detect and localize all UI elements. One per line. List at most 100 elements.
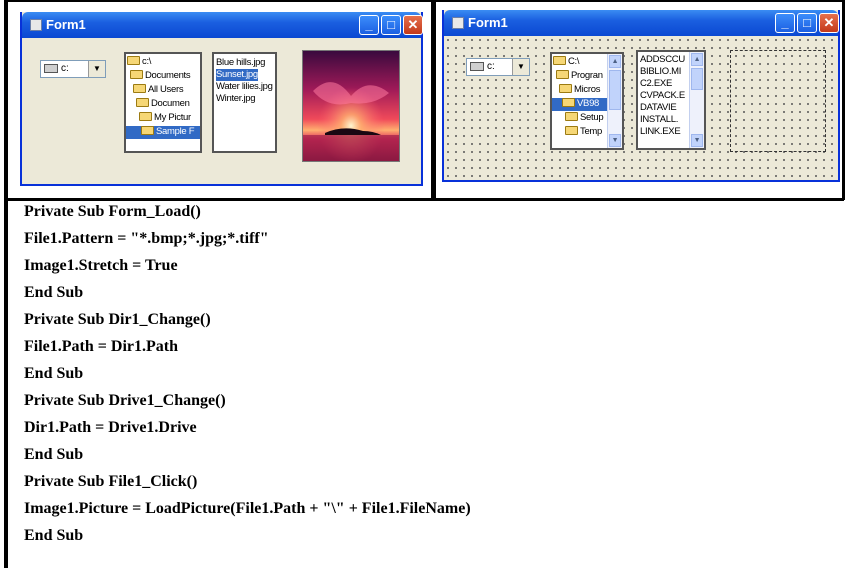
maximize-button[interactable]: □	[797, 13, 817, 33]
directory-list-box[interactable]: c:\ Documents All Users Documen My Pictu…	[124, 52, 202, 153]
image-control-placeholder[interactable]	[730, 50, 826, 152]
folder-icon	[565, 112, 578, 121]
code-line: End Sub	[24, 446, 84, 463]
file-item[interactable]: INSTALL.	[640, 114, 678, 126]
drive-label: c:	[61, 63, 69, 74]
file-item[interactable]: C2.EXE	[640, 78, 672, 90]
directory-scrollbar[interactable]: ▲ ▼	[607, 54, 622, 148]
file-item[interactable]: BIBLIO.MI	[640, 66, 681, 78]
folder-icon	[130, 70, 143, 79]
code-line: File1.Path = Dir1.Path	[24, 338, 178, 355]
directory-label: Sample F	[156, 126, 195, 137]
code-line: Private Sub Drive1_Change()	[24, 392, 226, 409]
directory-label: All Users	[148, 84, 184, 95]
directory-label: Progran	[571, 70, 603, 81]
directory-item[interactable]: My Pictur	[139, 112, 200, 125]
scroll-down-button[interactable]: ▼	[691, 134, 703, 147]
folder-icon	[565, 126, 578, 135]
right-screenshot-cell: Form1 _ □ ✕ c: ▼ C:\ Progran Micros VB98…	[436, 2, 842, 198]
directory-item[interactable]: All Users	[133, 84, 200, 97]
directory-item[interactable]: Documents	[130, 70, 200, 83]
directory-label: Setup	[580, 112, 604, 123]
file-item-selected[interactable]: Sunset.jpg	[216, 69, 258, 81]
drive-list-box[interactable]: c: ▼	[40, 60, 106, 78]
directory-item[interactable]: Micros	[559, 84, 609, 97]
code-line: Image1.Picture = LoadPicture(File1.Path …	[24, 500, 471, 517]
titlebar[interactable]: Form1 _ □ ✕	[22, 12, 423, 38]
directory-label: Temp	[580, 126, 603, 137]
directory-list-box[interactable]: C:\ Progran Micros VB98 Setup Temp ▲ ▼	[550, 52, 624, 150]
minimize-button[interactable]: _	[775, 13, 795, 33]
file-item[interactable]: Blue hills.jpg	[216, 57, 265, 69]
directory-item[interactable]: Documen	[136, 98, 200, 111]
file-item[interactable]: ADDSCCU	[640, 54, 685, 66]
file-item[interactable]: Winter.jpg	[216, 93, 256, 105]
code-line: Image1.Stretch = True	[24, 257, 178, 274]
scroll-thumb[interactable]	[691, 68, 703, 90]
design-form-window: Form1 _ □ ✕ c: ▼ C:\ Progran Micros VB98…	[442, 10, 840, 182]
directory-label: Micros	[574, 84, 601, 95]
sunset-water	[303, 135, 399, 161]
file-item[interactable]: LINK.EXE	[640, 126, 681, 138]
directory-item[interactable]: Progran	[556, 70, 609, 83]
scroll-thumb[interactable]	[609, 70, 621, 110]
window-title: Form1	[468, 15, 508, 30]
drive-label: c:	[487, 61, 495, 72]
folder-open-icon	[562, 98, 575, 107]
left-screenshot-cell: Form1 _ □ ✕ c: ▼ c:\ Documents All Users…	[8, 2, 431, 198]
close-button[interactable]: ✕	[819, 13, 839, 33]
form-icon	[452, 17, 464, 29]
hard-drive-icon	[44, 64, 58, 73]
directory-label: Documents	[145, 70, 191, 81]
folder-icon	[127, 56, 140, 65]
folder-icon	[556, 70, 569, 79]
code-line: End Sub	[24, 527, 84, 544]
minimize-button[interactable]: _	[359, 15, 379, 35]
directory-item[interactable]: c:\	[127, 56, 200, 69]
form-client-area: c: ▼ c:\ Documents All Users Documen My …	[22, 38, 421, 184]
titlebar[interactable]: Form1 _ □ ✕	[444, 10, 839, 36]
folder-icon	[133, 84, 146, 93]
file-scrollbar[interactable]: ▲ ▼	[689, 52, 704, 148]
code-line: Dir1.Path = Drive1.Drive	[24, 419, 197, 436]
folder-icon	[559, 84, 572, 93]
scroll-down-button[interactable]: ▼	[609, 134, 621, 147]
close-button[interactable]: ✕	[403, 15, 423, 35]
table-frame: Form1 _ □ ✕ c: ▼ c:\ Documents All Users…	[0, 0, 845, 568]
folder-icon	[136, 98, 149, 107]
maximize-button[interactable]: □	[381, 15, 401, 35]
hard-drive-icon	[470, 62, 484, 71]
folder-open-icon	[141, 126, 154, 135]
code-line: File1.Pattern = "*.bmp;*.jpg;*.tiff"	[24, 230, 269, 247]
directory-item[interactable]: Temp	[565, 126, 609, 139]
directory-item-selected[interactable]: VB98	[552, 98, 610, 111]
directory-item[interactable]: C:\	[553, 56, 609, 69]
sunset-image	[302, 50, 400, 162]
directory-label: My Pictur	[154, 112, 191, 123]
running-form-window: Form1 _ □ ✕ c: ▼ c:\ Documents All Users…	[20, 12, 423, 186]
directory-label: c:\	[142, 56, 152, 67]
scroll-up-button[interactable]: ▲	[609, 55, 621, 68]
code-line: End Sub	[24, 365, 84, 382]
chevron-down-icon[interactable]: ▼	[512, 59, 529, 75]
file-item[interactable]: CVPACK.E	[640, 90, 685, 102]
directory-label: VB98	[577, 98, 600, 109]
directory-item[interactable]: Setup	[565, 112, 609, 125]
directory-label: C:\	[568, 56, 580, 67]
code-line: Private Sub Form_Load()	[24, 203, 201, 220]
folder-icon	[553, 56, 566, 65]
scroll-up-button[interactable]: ▲	[691, 53, 703, 66]
window-title: Form1	[46, 17, 86, 32]
file-item[interactable]: Water lilies.jpg	[216, 81, 273, 93]
directory-label: Documen	[151, 98, 190, 109]
file-list-box[interactable]: ADDSCCU BIBLIO.MI C2.EXE CVPACK.E DATAVI…	[636, 50, 706, 150]
table-border-middle	[4, 198, 844, 201]
form-icon	[30, 19, 42, 31]
file-list-box[interactable]: Blue hills.jpg Sunset.jpg Water lilies.j…	[212, 52, 277, 153]
chevron-down-icon[interactable]: ▼	[88, 61, 105, 77]
code-line: Private Sub File1_Click()	[24, 473, 198, 490]
file-item[interactable]: DATAVIE	[640, 102, 677, 114]
drive-list-box[interactable]: c: ▼	[466, 58, 530, 76]
directory-item-selected[interactable]: Sample F	[126, 126, 200, 139]
folder-icon	[139, 112, 152, 121]
